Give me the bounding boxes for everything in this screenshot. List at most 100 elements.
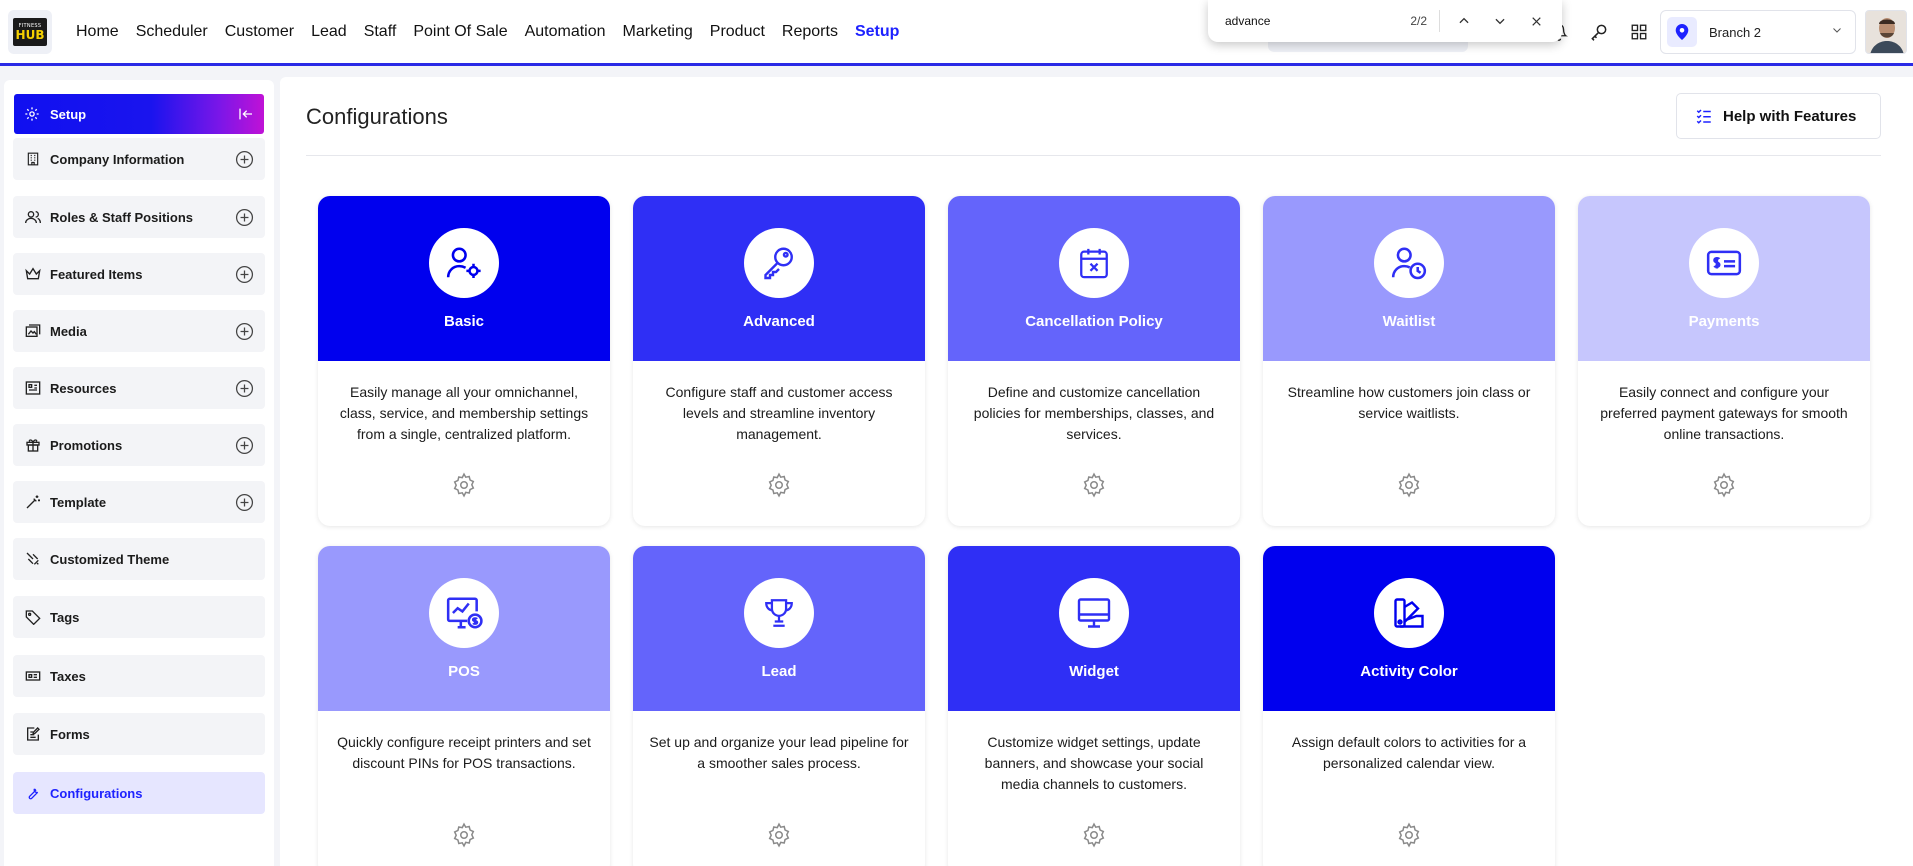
collapse-sidebar-icon[interactable] [238, 106, 254, 122]
chevron-down-icon[interactable] [1482, 6, 1518, 36]
sidebar-item-resources[interactable]: Resources [13, 367, 265, 409]
sidebar-item-tags[interactable]: Tags [13, 596, 265, 638]
app-logo[interactable]: FITNESS HUB [8, 10, 52, 54]
tag-icon [25, 609, 41, 625]
nav-lead[interactable]: Lead [311, 23, 347, 41]
config-card-cancellation-policy[interactable]: Cancellation Policy Define and customize… [948, 196, 1240, 526]
find-match-count: 2/2 [1375, 10, 1440, 32]
card-description: Easily connect and configure your prefer… [1600, 384, 1848, 442]
taxes-icon [25, 668, 41, 684]
user-gear-icon [429, 228, 499, 298]
plus-circle-icon[interactable] [235, 322, 254, 341]
config-card-payments[interactable]: Payments Easily connect and configure yo… [1578, 196, 1870, 526]
nav-customer[interactable]: Customer [225, 23, 294, 41]
user-avatar[interactable] [1865, 10, 1907, 54]
sidebar-item-roles-staff-positions[interactable]: Roles & Staff Positions [13, 196, 265, 238]
settings-gear-icon[interactable] [766, 822, 792, 848]
sidebar-item-configurations[interactable]: Configurations [13, 772, 265, 814]
sidebar-item-template[interactable]: Template [13, 481, 265, 523]
config-card-activity-color[interactable]: Activity Color Assign default colors to … [1263, 546, 1555, 866]
nav-home[interactable]: Home [76, 23, 119, 41]
find-query-input[interactable]: advance [1225, 14, 1375, 28]
card-title: Payments [1688, 313, 1760, 330]
magic-wand-icon [25, 494, 41, 510]
plus-circle-icon[interactable] [235, 379, 254, 398]
close-icon[interactable] [1518, 6, 1554, 36]
sidebar-item-label: Tags [50, 609, 80, 625]
wrench-icon [25, 785, 41, 801]
card-description: Streamline how customers join class or s… [1287, 384, 1531, 421]
settings-gear-icon[interactable] [1711, 472, 1737, 498]
card-title: Basic [443, 313, 485, 330]
help-with-features-button[interactable]: Help with Features [1676, 93, 1881, 139]
form-icon [25, 726, 41, 742]
card-description: Quickly configure receipt printers and s… [337, 734, 591, 771]
card-header: Lead [633, 546, 925, 711]
resources-icon [25, 380, 41, 396]
card-description: Set up and organize your lead pipeline f… [649, 734, 909, 771]
settings-gear-icon[interactable] [1081, 472, 1107, 498]
sidebar-item-label: Featured Items [50, 266, 143, 282]
settings-gear-icon[interactable] [766, 472, 792, 498]
branch-selector[interactable]: Branch 2 [1660, 10, 1856, 54]
nav-staff[interactable]: Staff [364, 23, 397, 41]
config-card-waitlist[interactable]: Waitlist Streamline how customers join c… [1263, 196, 1555, 526]
media-icon [25, 323, 41, 339]
global-search-box[interactable] [1268, 42, 1468, 52]
config-card-widget[interactable]: Widget Customize widget settings, update… [948, 546, 1240, 866]
settings-gear-icon[interactable] [1396, 822, 1422, 848]
plus-circle-icon[interactable] [235, 208, 254, 227]
card-header: Widget [948, 546, 1240, 711]
card-header: Waitlist [1263, 196, 1555, 361]
gift-icon [25, 437, 41, 453]
settings-gear-icon[interactable] [451, 822, 477, 848]
sidebar-item-label: Forms [50, 726, 90, 742]
sidebar-item-label: Promotions [50, 437, 123, 453]
nav-scheduler[interactable]: Scheduler [136, 23, 208, 41]
checklist-icon [1695, 107, 1713, 125]
card-header: Basic [318, 196, 610, 361]
nav-point-of-sale[interactable]: Point Of Sale [413, 23, 507, 41]
branch-label: Branch 2 [1709, 24, 1762, 40]
plus-circle-icon[interactable] [235, 436, 254, 455]
card-title: Waitlist [1382, 313, 1436, 330]
main-nav: Home Scheduler Customer Lead Staff Point… [76, 0, 899, 63]
users-icon [25, 209, 41, 225]
plus-circle-icon[interactable] [235, 265, 254, 284]
nav-setup[interactable]: Setup [855, 23, 899, 41]
sidebar-header: Setup [14, 94, 264, 134]
settings-gear-icon[interactable] [451, 472, 477, 498]
card-title: Cancellation Policy [1025, 313, 1163, 330]
nav-marketing[interactable]: Marketing [623, 23, 693, 41]
page-title: Configurations [306, 104, 448, 129]
main-panel: Configurations Help with Features Basic … [280, 77, 1913, 866]
chevron-up-icon[interactable] [1446, 6, 1482, 36]
sidebar-item-media[interactable]: Media [13, 310, 265, 352]
sidebar-item-forms[interactable]: Forms [13, 713, 265, 755]
sidebar-item-customized-theme[interactable]: Customized Theme [13, 538, 265, 580]
sidebar-item-company-information[interactable]: Company Information [13, 138, 265, 180]
brush-icon [25, 551, 41, 567]
key-icon[interactable] [1588, 18, 1610, 46]
plus-circle-icon[interactable] [235, 493, 254, 512]
divider [306, 155, 1881, 156]
sidebar-item-featured-items[interactable]: Featured Items [13, 253, 265, 295]
monitor-dollar-icon [429, 578, 499, 648]
sidebar-item-promotions[interactable]: Promotions [13, 424, 265, 466]
config-card-lead[interactable]: Lead Set up and organize your lead pipel… [633, 546, 925, 866]
nav-product[interactable]: Product [710, 23, 765, 41]
config-card-pos[interactable]: POS Quickly configure receipt printers a… [318, 546, 610, 866]
apps-grid-icon[interactable] [1628, 18, 1650, 46]
plus-circle-icon[interactable] [235, 150, 254, 169]
card-header: Activity Color [1263, 546, 1555, 711]
nav-reports[interactable]: Reports [782, 23, 838, 41]
config-card-basic[interactable]: Basic Easily manage all your omnichannel… [318, 196, 610, 526]
settings-gear-icon[interactable] [1396, 472, 1422, 498]
config-card-advanced[interactable]: Advanced Configure staff and customer ac… [633, 196, 925, 526]
card-header: Advanced [633, 196, 925, 361]
nav-automation[interactable]: Automation [525, 23, 606, 41]
settings-gear-icon[interactable] [1081, 822, 1107, 848]
sidebar-item-taxes[interactable]: Taxes [13, 655, 265, 697]
trophy-icon [744, 578, 814, 648]
crown-icon [25, 266, 41, 282]
